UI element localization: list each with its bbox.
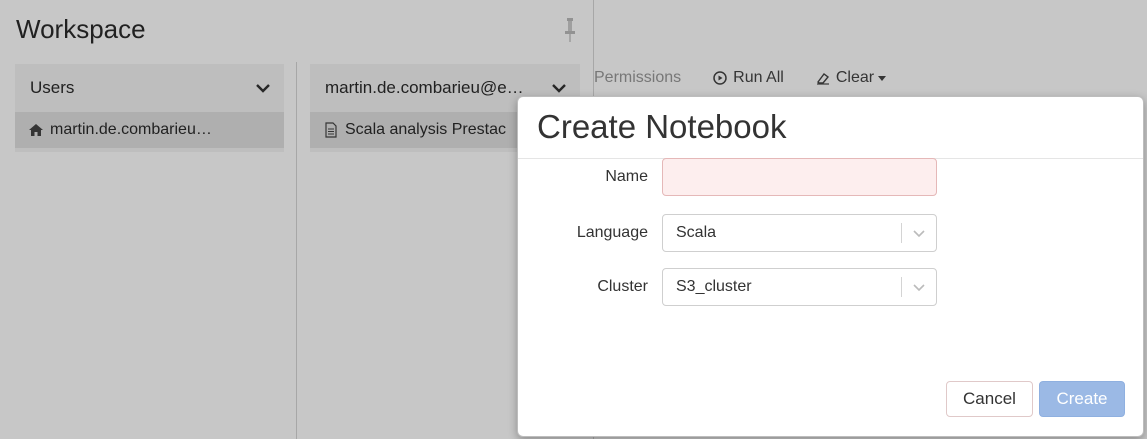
chevron-down-icon[interactable]: [902, 279, 936, 295]
cluster-select[interactable]: S3_cluster: [662, 268, 937, 306]
cancel-button[interactable]: Cancel: [946, 381, 1033, 417]
dialog-title: Create Notebook: [537, 108, 787, 145]
cluster-value: S3_cluster: [676, 278, 752, 295]
name-input[interactable]: [662, 158, 937, 196]
cluster-label: Cluster: [597, 278, 648, 295]
name-label: Name: [605, 168, 648, 185]
language-select[interactable]: Scala: [662, 214, 937, 252]
create-button[interactable]: Create: [1039, 381, 1125, 417]
language-label: Language: [576, 224, 648, 241]
dialog-header: Create Notebook: [518, 97, 1143, 159]
chevron-down-icon[interactable]: [902, 225, 936, 241]
create-notebook-dialog: Create Notebook Name Language Scala Clus…: [517, 96, 1144, 437]
language-value: Scala: [676, 224, 717, 241]
